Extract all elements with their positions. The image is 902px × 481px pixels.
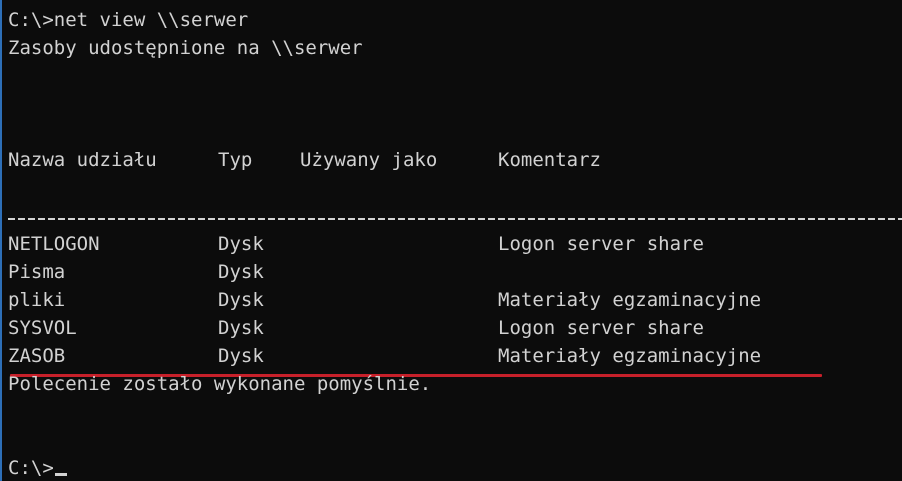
share-type: Dysk — [218, 289, 264, 311]
command-line: C:\>net view \\serwer — [8, 9, 249, 31]
share-type: Dysk — [218, 345, 264, 367]
prompt-line[interactable]: C:\> — [8, 454, 67, 481]
share-type: Dysk — [218, 317, 264, 339]
output-subtitle: Zasoby udostępnione na \\serwer — [8, 37, 363, 59]
table-row: Pisma Dysk — [8, 258, 898, 286]
share-comment: Logon server share — [498, 233, 704, 255]
command-prompt-window[interactable]: C:\>net view \\serwer Zasoby udostępnion… — [0, 0, 902, 481]
share-comment: Materiały egzaminacyjne — [498, 289, 762, 311]
table-header: Nazwa udziału Typ Używany jako Komentarz — [8, 146, 898, 174]
table-row: NETLOGON Dysk Logon server share — [8, 230, 898, 258]
column-header-type: Typ — [218, 149, 253, 171]
table-row: SYSVOL Dysk Logon server share — [8, 314, 898, 342]
column-header-name: Nazwa udziału — [8, 149, 157, 171]
status-message: Polecenie zostało wykonane pomyślnie. — [8, 373, 432, 395]
share-name: NETLOGON — [8, 233, 100, 255]
table-row: pliki Dysk Materiały egzaminacyjne — [8, 286, 898, 314]
column-header-used-as: Używany jako — [300, 149, 438, 171]
table-row: ZASOB Dysk Materiały egzaminacyjne — [8, 342, 898, 370]
text-cursor — [54, 473, 67, 476]
share-comment: Logon server share — [498, 317, 704, 339]
share-type: Dysk — [218, 233, 264, 255]
column-header-comment: Komentarz — [498, 149, 601, 171]
separator-line — [8, 218, 902, 220]
share-name: ZASOB — [8, 345, 66, 367]
share-name: pliki — [8, 289, 66, 311]
share-name: SYSVOL — [8, 317, 77, 339]
window-left-edge — [0, 0, 2, 481]
prompt-text: C:\> — [8, 457, 54, 479]
share-comment: Materiały egzaminacyjne — [498, 345, 762, 367]
share-type: Dysk — [218, 261, 264, 283]
share-name: Pisma — [8, 261, 66, 283]
